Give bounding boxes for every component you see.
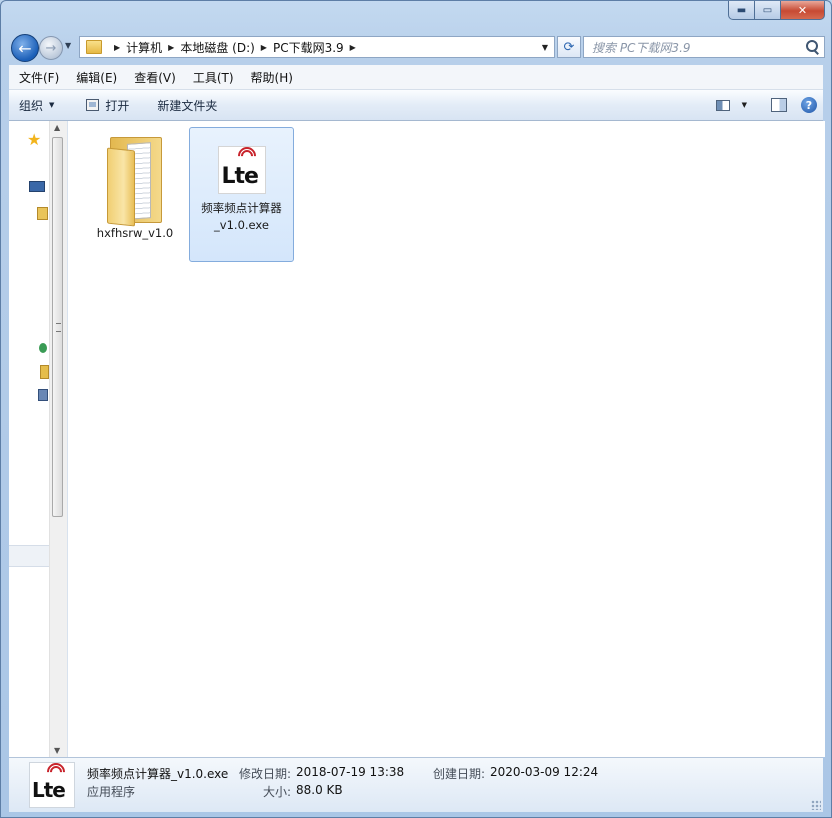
organize-button[interactable]: 组织 ▼ — [9, 93, 64, 117]
computer-icon[interactable] — [38, 389, 48, 401]
chevron-right-icon[interactable]: ▶ — [350, 43, 356, 52]
new-folder-label: 新建文件夹 — [157, 98, 218, 113]
command-bar: 组织 ▼ 打开 新建文件夹 ▼ ? — [9, 90, 823, 121]
caption-buttons: ▬ ▭ ✕ — [728, 1, 825, 21]
navigation-pane: ★ ▲ ▼ — [9, 121, 68, 757]
resize-grip[interactable] — [811, 800, 821, 810]
refresh-icon: ⟳ — [563, 39, 575, 55]
organize-label: 组织 — [19, 98, 44, 113]
menu-help[interactable]: 帮助(H) — [241, 69, 300, 86]
chevron-right-icon[interactable]: ▶ — [261, 43, 267, 52]
details-file-type: 应用程序 — [87, 785, 136, 799]
desktop-icon[interactable] — [29, 181, 45, 192]
back-button[interactable]: ← — [11, 34, 39, 62]
explorer-window: ▬ ▭ ✕ ← → ▼ ▶ 计算机 ▶ 本地磁盘 (D:) ▶ PC下载网3.9… — [0, 0, 832, 818]
libraries-icon[interactable] — [37, 207, 48, 220]
created-value: 2020-03-09 12:24 — [490, 765, 599, 779]
search-icon[interactable] — [804, 39, 820, 55]
chevron-right-icon[interactable]: ▶ — [168, 43, 174, 52]
grip-icon — [56, 323, 61, 332]
favorites-star-icon[interactable]: ★ — [27, 130, 41, 149]
chevron-down-icon: ▼ — [49, 101, 55, 109]
scroll-down-icon[interactable]: ▼ — [54, 746, 60, 755]
breadcrumb-computer[interactable]: 计算机 — [126, 39, 162, 56]
address-bar[interactable]: ▶ 计算机 ▶ 本地磁盘 (D:) ▶ PC下载网3.9 ▶ ▼ — [79, 36, 555, 58]
homegroup-icon[interactable] — [39, 343, 47, 353]
created-label: 创建日期: — [433, 767, 486, 781]
new-folder-button[interactable]: 新建文件夹 — [139, 93, 227, 117]
open-button[interactable]: 打开 — [64, 93, 139, 117]
search-input[interactable]: 搜索 PC下载网3.9 — [592, 39, 804, 56]
open-label: 打开 — [105, 98, 130, 113]
preview-pane-icon[interactable] — [771, 98, 787, 112]
minimize-button[interactable]: ▬ — [728, 1, 755, 20]
size-value: 88.0 KB — [296, 783, 343, 797]
file-list[interactable]: hxfhsrw_v1.0 Lte 频率频点计算器 _v1.0.exe — [68, 121, 825, 757]
scrollbar-thumb[interactable] — [52, 137, 63, 517]
maximize-button[interactable]: ▭ — [755, 1, 781, 20]
menu-bar: 文件(F) 编辑(E) 查看(V) 工具(T) 帮助(H) — [9, 65, 823, 90]
modified-value: 2018-07-19 13:38 — [296, 765, 405, 779]
folder-icon — [86, 40, 102, 54]
modified-label: 修改日期: — [239, 767, 292, 781]
navigation-row: ← → ▼ ▶ 计算机 ▶ 本地磁盘 (D:) ▶ PC下载网3.9 ▶ ▼ ⟳… — [9, 31, 825, 62]
menu-edit[interactable]: 编辑(E) — [66, 69, 124, 86]
folder-icon — [105, 129, 165, 227]
chevron-right-icon[interactable]: ▶ — [114, 43, 120, 52]
details-pane: Lte 频率频点计算器_v1.0.exe 应用程序 修改日期: 2018-07-… — [9, 757, 823, 812]
file-name: hxfhsrw_v1.0 — [96, 226, 174, 240]
forward-button[interactable]: → — [39, 36, 63, 60]
nav-pane-scrollbar[interactable]: ▲ ▼ — [49, 121, 67, 757]
folder-icon[interactable] — [40, 365, 49, 379]
lte-app-icon: Lte — [29, 759, 75, 808]
lte-app-icon: Lte — [217, 143, 266, 194]
menu-file[interactable]: 文件(F) — [9, 69, 66, 86]
arrow-right-icon: → — [45, 40, 57, 56]
exe-file-item[interactable]: Lte 频率频点计算器 _v1.0.exe — [189, 127, 294, 262]
refresh-button[interactable]: ⟳ — [557, 36, 581, 58]
arrow-left-icon: ← — [18, 38, 32, 58]
change-view-icon[interactable] — [715, 99, 730, 111]
details-file-name: 频率频点计算器_v1.0.exe — [87, 767, 229, 781]
scroll-up-icon[interactable]: ▲ — [54, 123, 60, 132]
view-options-dropdown-icon[interactable]: ▼ — [742, 101, 747, 109]
menu-view[interactable]: 查看(V) — [124, 69, 183, 86]
address-dropdown-icon[interactable]: ▼ — [542, 43, 548, 52]
open-icon — [86, 99, 100, 111]
help-icon[interactable]: ? — [801, 97, 817, 113]
breadcrumb-current-folder[interactable]: PC下载网3.9 — [273, 39, 344, 56]
recent-pages-dropdown[interactable]: ▼ — [65, 41, 71, 50]
toolbar-right: ▼ ? — [715, 97, 823, 113]
size-label: 大小: — [263, 785, 292, 799]
menu-tools[interactable]: 工具(T) — [183, 69, 241, 86]
close-button[interactable]: ✕ — [781, 1, 825, 20]
file-name-line1: 频率频点计算器 — [201, 201, 282, 215]
file-name-line2: _v1.0.exe — [214, 218, 269, 232]
folder-item[interactable]: hxfhsrw_v1.0 — [92, 129, 178, 241]
nav-pane-separator — [9, 545, 49, 567]
search-box[interactable]: 搜索 PC下载网3.9 — [583, 36, 825, 58]
breadcrumb-drive-d[interactable]: 本地磁盘 (D:) — [180, 39, 254, 56]
